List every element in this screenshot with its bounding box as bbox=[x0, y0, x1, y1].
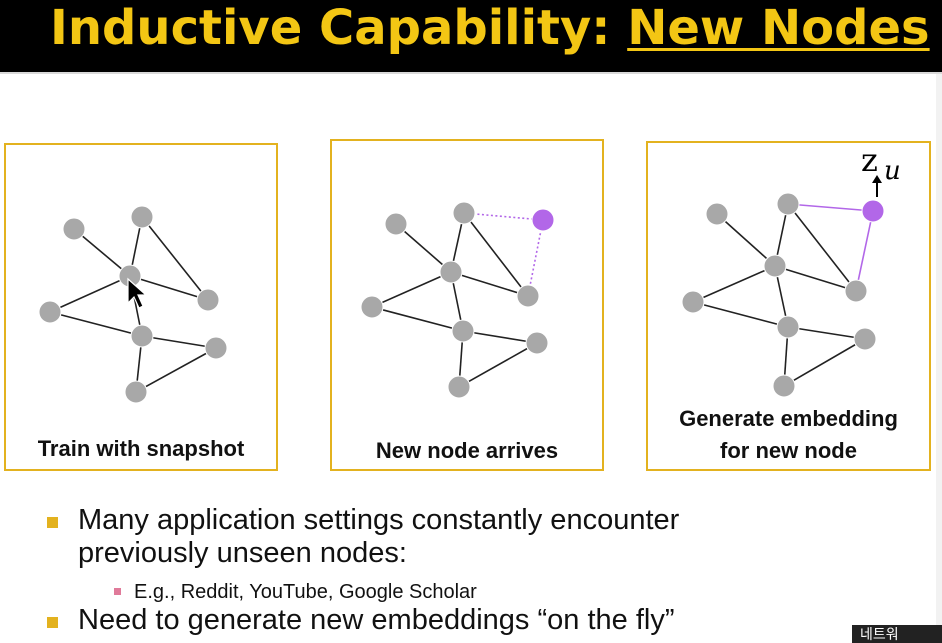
graph-node bbox=[62, 217, 86, 241]
panel-new-node: New node arrives bbox=[330, 139, 604, 471]
graph-node bbox=[204, 336, 228, 360]
graph-edge bbox=[141, 216, 209, 301]
graph-node bbox=[776, 315, 800, 339]
new-edge bbox=[855, 210, 874, 292]
corner-badge: 네트워 bbox=[852, 625, 942, 643]
graph-node bbox=[196, 288, 220, 312]
new-edge-dotted bbox=[463, 212, 544, 221]
panel-caption: Train with snapshot bbox=[37, 436, 245, 461]
bullet-text-line1: Many application settings constantly enc… bbox=[78, 504, 680, 536]
graph-edge bbox=[135, 347, 217, 393]
new-edge-dotted bbox=[527, 219, 544, 297]
new-edge bbox=[787, 203, 874, 212]
graph-edge bbox=[692, 265, 776, 303]
graph-node bbox=[844, 279, 868, 303]
graph-node bbox=[38, 300, 62, 324]
graph-node bbox=[130, 205, 154, 229]
title-divider bbox=[0, 72, 942, 74]
graph-edge bbox=[49, 311, 143, 337]
graph-edge bbox=[450, 271, 529, 297]
graph-new-node bbox=[360, 201, 555, 399]
graph-edge bbox=[371, 306, 464, 332]
graph-node bbox=[516, 284, 540, 308]
graph-edge bbox=[463, 212, 529, 297]
graph-node bbox=[447, 375, 471, 399]
graph-edge bbox=[371, 271, 452, 308]
graph-node bbox=[525, 331, 549, 355]
graph-node bbox=[853, 327, 877, 351]
graph-edge bbox=[49, 275, 131, 313]
graph-node bbox=[439, 260, 463, 284]
title-bar: Inductive Capability: New Nodes bbox=[0, 0, 942, 72]
graph-node bbox=[451, 319, 475, 343]
new-node bbox=[861, 199, 885, 223]
panel-generate-embedding: z u Generate embedding for new node bbox=[646, 141, 931, 471]
graph-edge bbox=[787, 326, 866, 340]
graph-node bbox=[763, 254, 787, 278]
title-prefix: Inductive Capability: bbox=[50, 0, 628, 56]
panel-caption-line1: Generate embedding bbox=[679, 406, 898, 431]
graph-node bbox=[452, 201, 476, 225]
new-node bbox=[531, 208, 555, 232]
bullet-marker bbox=[47, 617, 58, 628]
graph-node bbox=[776, 192, 800, 216]
panel-train-snapshot: Train with snapshot bbox=[4, 143, 278, 471]
graph-snapshot bbox=[38, 205, 228, 404]
title-emphasis: New Nodes bbox=[627, 0, 930, 56]
slide-title: Inductive Capability: New Nodes bbox=[50, 0, 930, 58]
graph-node bbox=[124, 380, 148, 404]
embedding-subscript: u bbox=[884, 156, 901, 186]
panel-caption-line2: for new node bbox=[720, 438, 857, 463]
graph-node bbox=[384, 212, 408, 236]
graph-edge bbox=[774, 265, 857, 292]
graph-edge bbox=[716, 213, 776, 267]
graph-node bbox=[772, 374, 796, 398]
graph-node bbox=[705, 202, 729, 226]
graph-node bbox=[130, 324, 154, 348]
graph-node bbox=[681, 290, 705, 314]
graph-edge bbox=[783, 338, 866, 387]
window-edge bbox=[936, 74, 942, 643]
embedding-label: z bbox=[861, 143, 878, 179]
graph-edge bbox=[458, 342, 538, 388]
bullet-text: Need to generate new embeddings “on the … bbox=[78, 604, 675, 636]
graph-edge bbox=[129, 275, 209, 301]
graph-node bbox=[360, 295, 384, 319]
graph-edge bbox=[787, 203, 857, 292]
bullet-marker bbox=[47, 517, 58, 528]
sub-bullet-marker bbox=[114, 588, 121, 595]
panel-caption: New node arrives bbox=[375, 438, 559, 463]
bullet-text-line2: previously unseen nodes: bbox=[78, 537, 407, 569]
sub-bullet-text: E.g., Reddit, YouTube, Google Scholar bbox=[134, 581, 477, 603]
graph-edge bbox=[692, 301, 789, 328]
